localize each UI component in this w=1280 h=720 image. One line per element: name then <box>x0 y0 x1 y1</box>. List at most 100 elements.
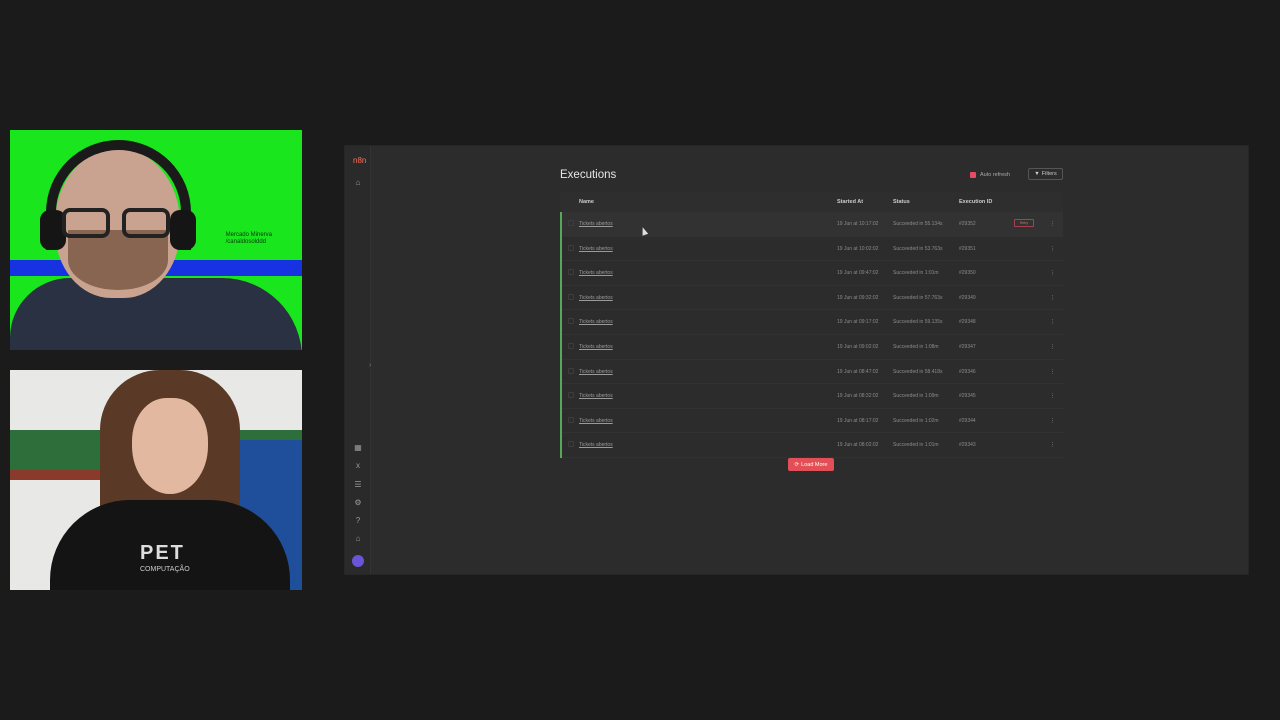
column-name[interactable]: Name <box>579 199 594 205</box>
shirt-text: PET <box>140 542 185 564</box>
row-menu-icon[interactable]: ⋮ <box>1050 221 1055 227</box>
execution-id-cell: #29349 <box>959 294 976 301</box>
workflow-name-link[interactable]: Tickets abertos <box>579 393 613 399</box>
refresh-icon: ⟳ <box>794 461 800 468</box>
execution-id-cell: #29347 <box>959 343 976 350</box>
status-cell: Succeeded in 1:02m <box>893 417 939 424</box>
workflow-name-link[interactable]: Tickets abertos <box>579 270 613 276</box>
started-at-cell: 19 Jun at 09:47:02 <box>837 270 879 277</box>
workflow-name-link[interactable]: Tickets abertos <box>579 442 613 448</box>
screen: Mercado Minerva /canaldosolddd PET COMPU… <box>0 0 1280 720</box>
row-checkbox[interactable] <box>568 293 574 300</box>
execution-id-cell: #29344 <box>959 417 976 424</box>
auto-refresh-label: Auto refresh <box>980 172 1010 178</box>
filter-icon: ▼ <box>1034 171 1040 177</box>
table-row[interactable]: Tickets abertos 19 Jun at 09:02:02 Succeed… <box>562 335 1063 360</box>
user-avatar-icon[interactable] <box>352 555 364 567</box>
row-menu-icon[interactable]: ⋮ <box>1050 270 1055 276</box>
status-cell: Succeeded in 55.134s <box>893 221 943 227</box>
table-row[interactable]: Tickets abertos 19 Jun at 10:17:02 Succeed… <box>562 212 1063 237</box>
workflow-name-link[interactable]: Tickets abertos <box>579 344 613 350</box>
row-menu-icon[interactable]: ⋮ <box>1050 246 1055 252</box>
row-checkbox[interactable] <box>568 318 574 325</box>
workflow-name-link[interactable]: Tickets abertos <box>579 295 613 301</box>
started-at-cell: 19 Jun at 08:47:02 <box>837 368 879 375</box>
table-row[interactable]: Tickets abertos 19 Jun at 08:17:02 Succeed… <box>562 409 1063 434</box>
workflow-name-link[interactable]: Tickets abertos <box>579 246 613 252</box>
table-body: Tickets abertos 19 Jun at 10:17:02 Succeed… <box>560 212 1063 458</box>
execution-id-cell: #29346 <box>959 368 976 375</box>
execution-id-cell: #29348 <box>959 319 976 326</box>
table-row[interactable]: Tickets abertos 19 Jun at 08:32:02 Succeed… <box>562 384 1063 409</box>
workflow-name-link[interactable]: Tickets abertos <box>579 319 613 325</box>
load-more-label: Load More <box>801 461 828 468</box>
table-row[interactable]: Tickets abertos 19 Jun at 08:02:02 Succeed… <box>562 433 1063 458</box>
row-checkbox[interactable] <box>568 269 574 276</box>
workflow-name-link[interactable]: Tickets abertos <box>579 221 613 227</box>
badge-line2: /canaldosolddd <box>225 239 267 245</box>
settings-icon[interactable]: ⚙ <box>353 498 363 508</box>
row-checkbox[interactable] <box>568 220 574 226</box>
n8n-window: n8n ⌂ ▦ x ☰ ⚙ ? ⌂ › Executions Auto refr… <box>344 145 1249 575</box>
auto-refresh-toggle[interactable]: Auto refresh <box>970 172 1010 178</box>
whats-new-icon[interactable]: ⌂ <box>353 534 363 544</box>
row-menu-icon[interactable]: ⋮ <box>1050 418 1055 424</box>
retry-button[interactable]: Retry <box>1014 219 1034 227</box>
row-menu-icon[interactable]: ⋮ <box>1050 295 1055 301</box>
executions-table: Name Started At Status Execution ID Tick… <box>560 192 1063 458</box>
row-checkbox[interactable] <box>568 367 574 374</box>
load-more-button[interactable]: ⟳ Load More <box>788 458 834 471</box>
streamer-body <box>10 278 302 350</box>
started-at-cell: 19 Jun at 10:02:02 <box>837 245 879 252</box>
executions-icon[interactable]: ☰ <box>353 480 363 490</box>
status-cell: Succeeded in 59.135s <box>893 319 943 326</box>
glasses <box>62 208 174 238</box>
row-menu-icon[interactable]: ⋮ <box>1050 369 1055 375</box>
table-row[interactable]: Tickets abertos 19 Jun at 08:47:02 Succeed… <box>562 360 1063 385</box>
status-cell: Succeeded in 53.763s <box>893 245 943 252</box>
started-at-cell: 19 Jun at 08:02:02 <box>837 442 879 449</box>
row-checkbox[interactable] <box>568 441 574 448</box>
n8n-logo-icon[interactable]: n8n <box>353 156 366 166</box>
table-row[interactable]: Tickets abertos 19 Jun at 09:47:02 Succeed… <box>562 261 1063 286</box>
auto-refresh-checkbox[interactable] <box>970 172 976 178</box>
started-at-cell: 19 Jun at 08:17:02 <box>837 417 879 424</box>
page-title: Executions <box>560 169 617 181</box>
column-started-at[interactable]: Started At <box>837 199 863 205</box>
filters-button[interactable]: ▼ Filters <box>1028 168 1063 180</box>
collapse-sidebar-icon[interactable]: › <box>369 362 371 369</box>
variables-icon[interactable]: x <box>353 461 363 471</box>
row-menu-icon[interactable]: ⋮ <box>1050 344 1055 350</box>
streamer-badge: Mercado Minerva /canaldosolddd <box>226 232 272 246</box>
workflow-name-link[interactable]: Tickets abertos <box>579 369 613 375</box>
row-checkbox[interactable] <box>568 392 574 399</box>
row-menu-icon[interactable]: ⋮ <box>1050 319 1055 325</box>
templates-icon[interactable]: ▦ <box>353 443 363 453</box>
execution-id-cell: #29350 <box>959 270 976 277</box>
started-at-cell: 19 Jun at 08:32:02 <box>837 393 879 400</box>
home-icon[interactable]: ⌂ <box>353 178 363 188</box>
started-at-cell: 19 Jun at 09:17:02 <box>837 319 879 326</box>
row-checkbox[interactable] <box>568 244 574 251</box>
execution-id-cell: #29343 <box>959 442 976 449</box>
webcam-streamer: Mercado Minerva /canaldosolddd <box>10 130 302 350</box>
status-cell: Succeeded in 1:09m <box>893 393 939 400</box>
column-execution-id[interactable]: Execution ID <box>959 199 992 205</box>
table-row[interactable]: Tickets abertos 19 Jun at 09:32:02 Succeed… <box>562 286 1063 311</box>
workflow-name-link[interactable]: Tickets abertos <box>579 418 613 424</box>
row-checkbox[interactable] <box>568 342 574 349</box>
help-icon[interactable]: ? <box>353 516 363 526</box>
row-menu-icon[interactable]: ⋮ <box>1050 442 1055 448</box>
table-row[interactable]: Tickets abertos 19 Jun at 10:02:02 Succeed… <box>562 237 1063 262</box>
filters-label: Filters <box>1041 171 1057 177</box>
status-cell: Succeeded in 1:08m <box>893 343 939 350</box>
row-menu-icon[interactable]: ⋮ <box>1050 393 1055 399</box>
column-status[interactable]: Status <box>893 199 910 205</box>
status-cell: Succeeded in 57.763s <box>893 294 943 301</box>
row-checkbox[interactable] <box>568 416 574 423</box>
badge-line1: Mercado Minerva <box>225 232 272 238</box>
status-cell: Succeeded in 1:01m <box>893 270 939 277</box>
started-at-cell: 19 Jun at 10:17:02 <box>837 221 879 227</box>
table-row[interactable]: Tickets abertos 19 Jun at 09:17:02 Succeed… <box>562 310 1063 335</box>
started-at-cell: 19 Jun at 09:02:02 <box>837 343 879 350</box>
